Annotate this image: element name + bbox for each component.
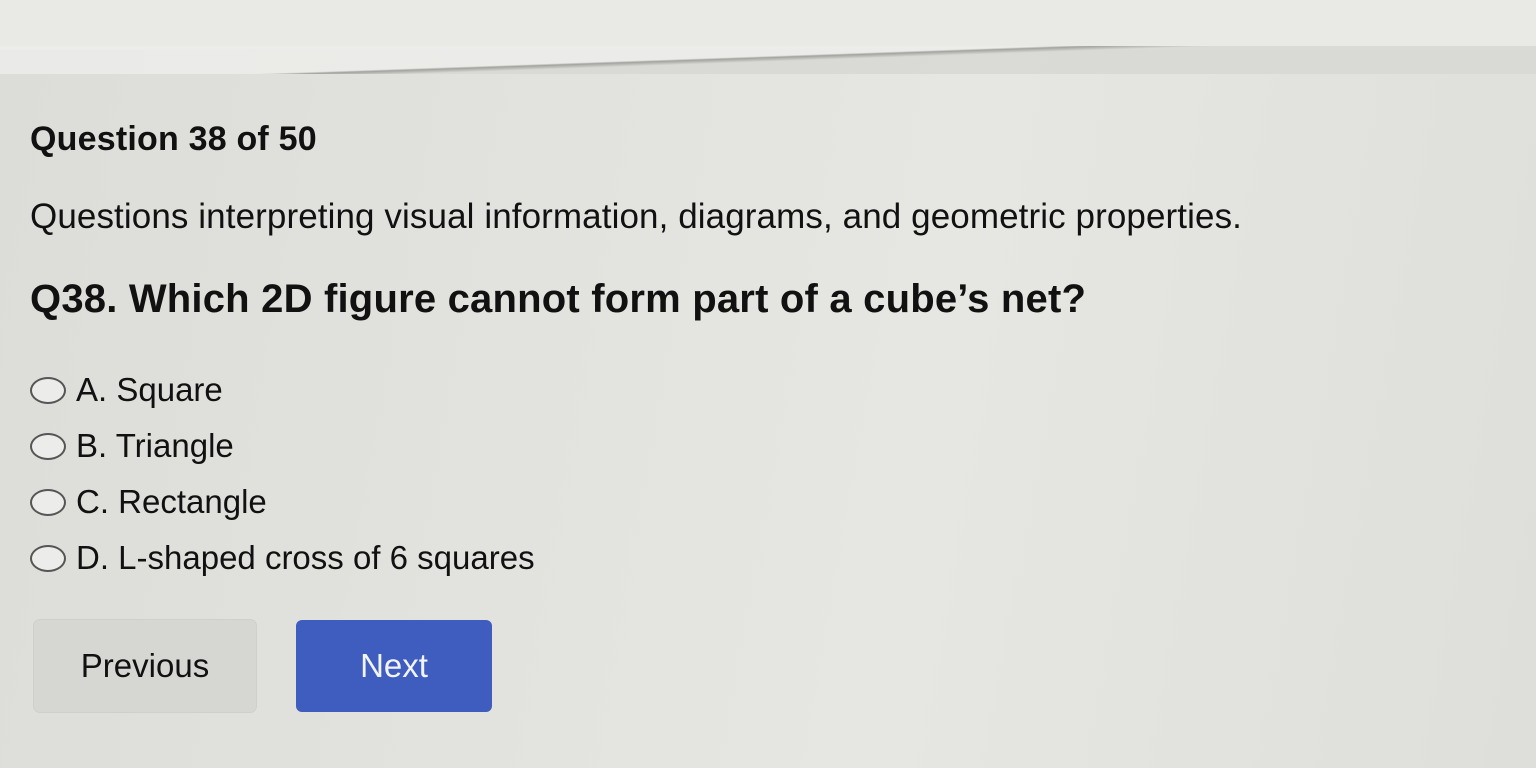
previous-button[interactable]: Previous bbox=[34, 620, 256, 712]
next-button[interactable]: Next bbox=[296, 620, 492, 712]
answer-options: A. Square B. Triangle C. Rectangle D. L-… bbox=[30, 362, 535, 586]
option-label: A. Square bbox=[76, 371, 223, 408]
option-b[interactable]: B. Triangle bbox=[30, 418, 535, 474]
option-d[interactable]: D. L-shaped cross of 6 squares bbox=[30, 530, 535, 586]
radio-button[interactable] bbox=[30, 432, 66, 460]
radio-button[interactable] bbox=[30, 544, 66, 572]
question-counter: Question 38 of 50 bbox=[30, 120, 317, 158]
option-label: C. Rectangle bbox=[76, 483, 267, 520]
question-text: Q38. Which 2D figure cannot form part of… bbox=[30, 277, 1087, 321]
option-c[interactable]: C. Rectangle bbox=[30, 474, 535, 530]
section-description: Questions interpreting visual informatio… bbox=[30, 197, 1243, 236]
option-label: D. L-shaped cross of 6 squares bbox=[76, 539, 535, 576]
radio-button[interactable] bbox=[30, 488, 66, 516]
option-a[interactable]: A. Square bbox=[30, 362, 535, 418]
option-label: B. Triangle bbox=[76, 427, 234, 464]
radio-button[interactable] bbox=[30, 376, 66, 404]
top-strip bbox=[0, 0, 1536, 50]
divider bbox=[0, 46, 1536, 74]
